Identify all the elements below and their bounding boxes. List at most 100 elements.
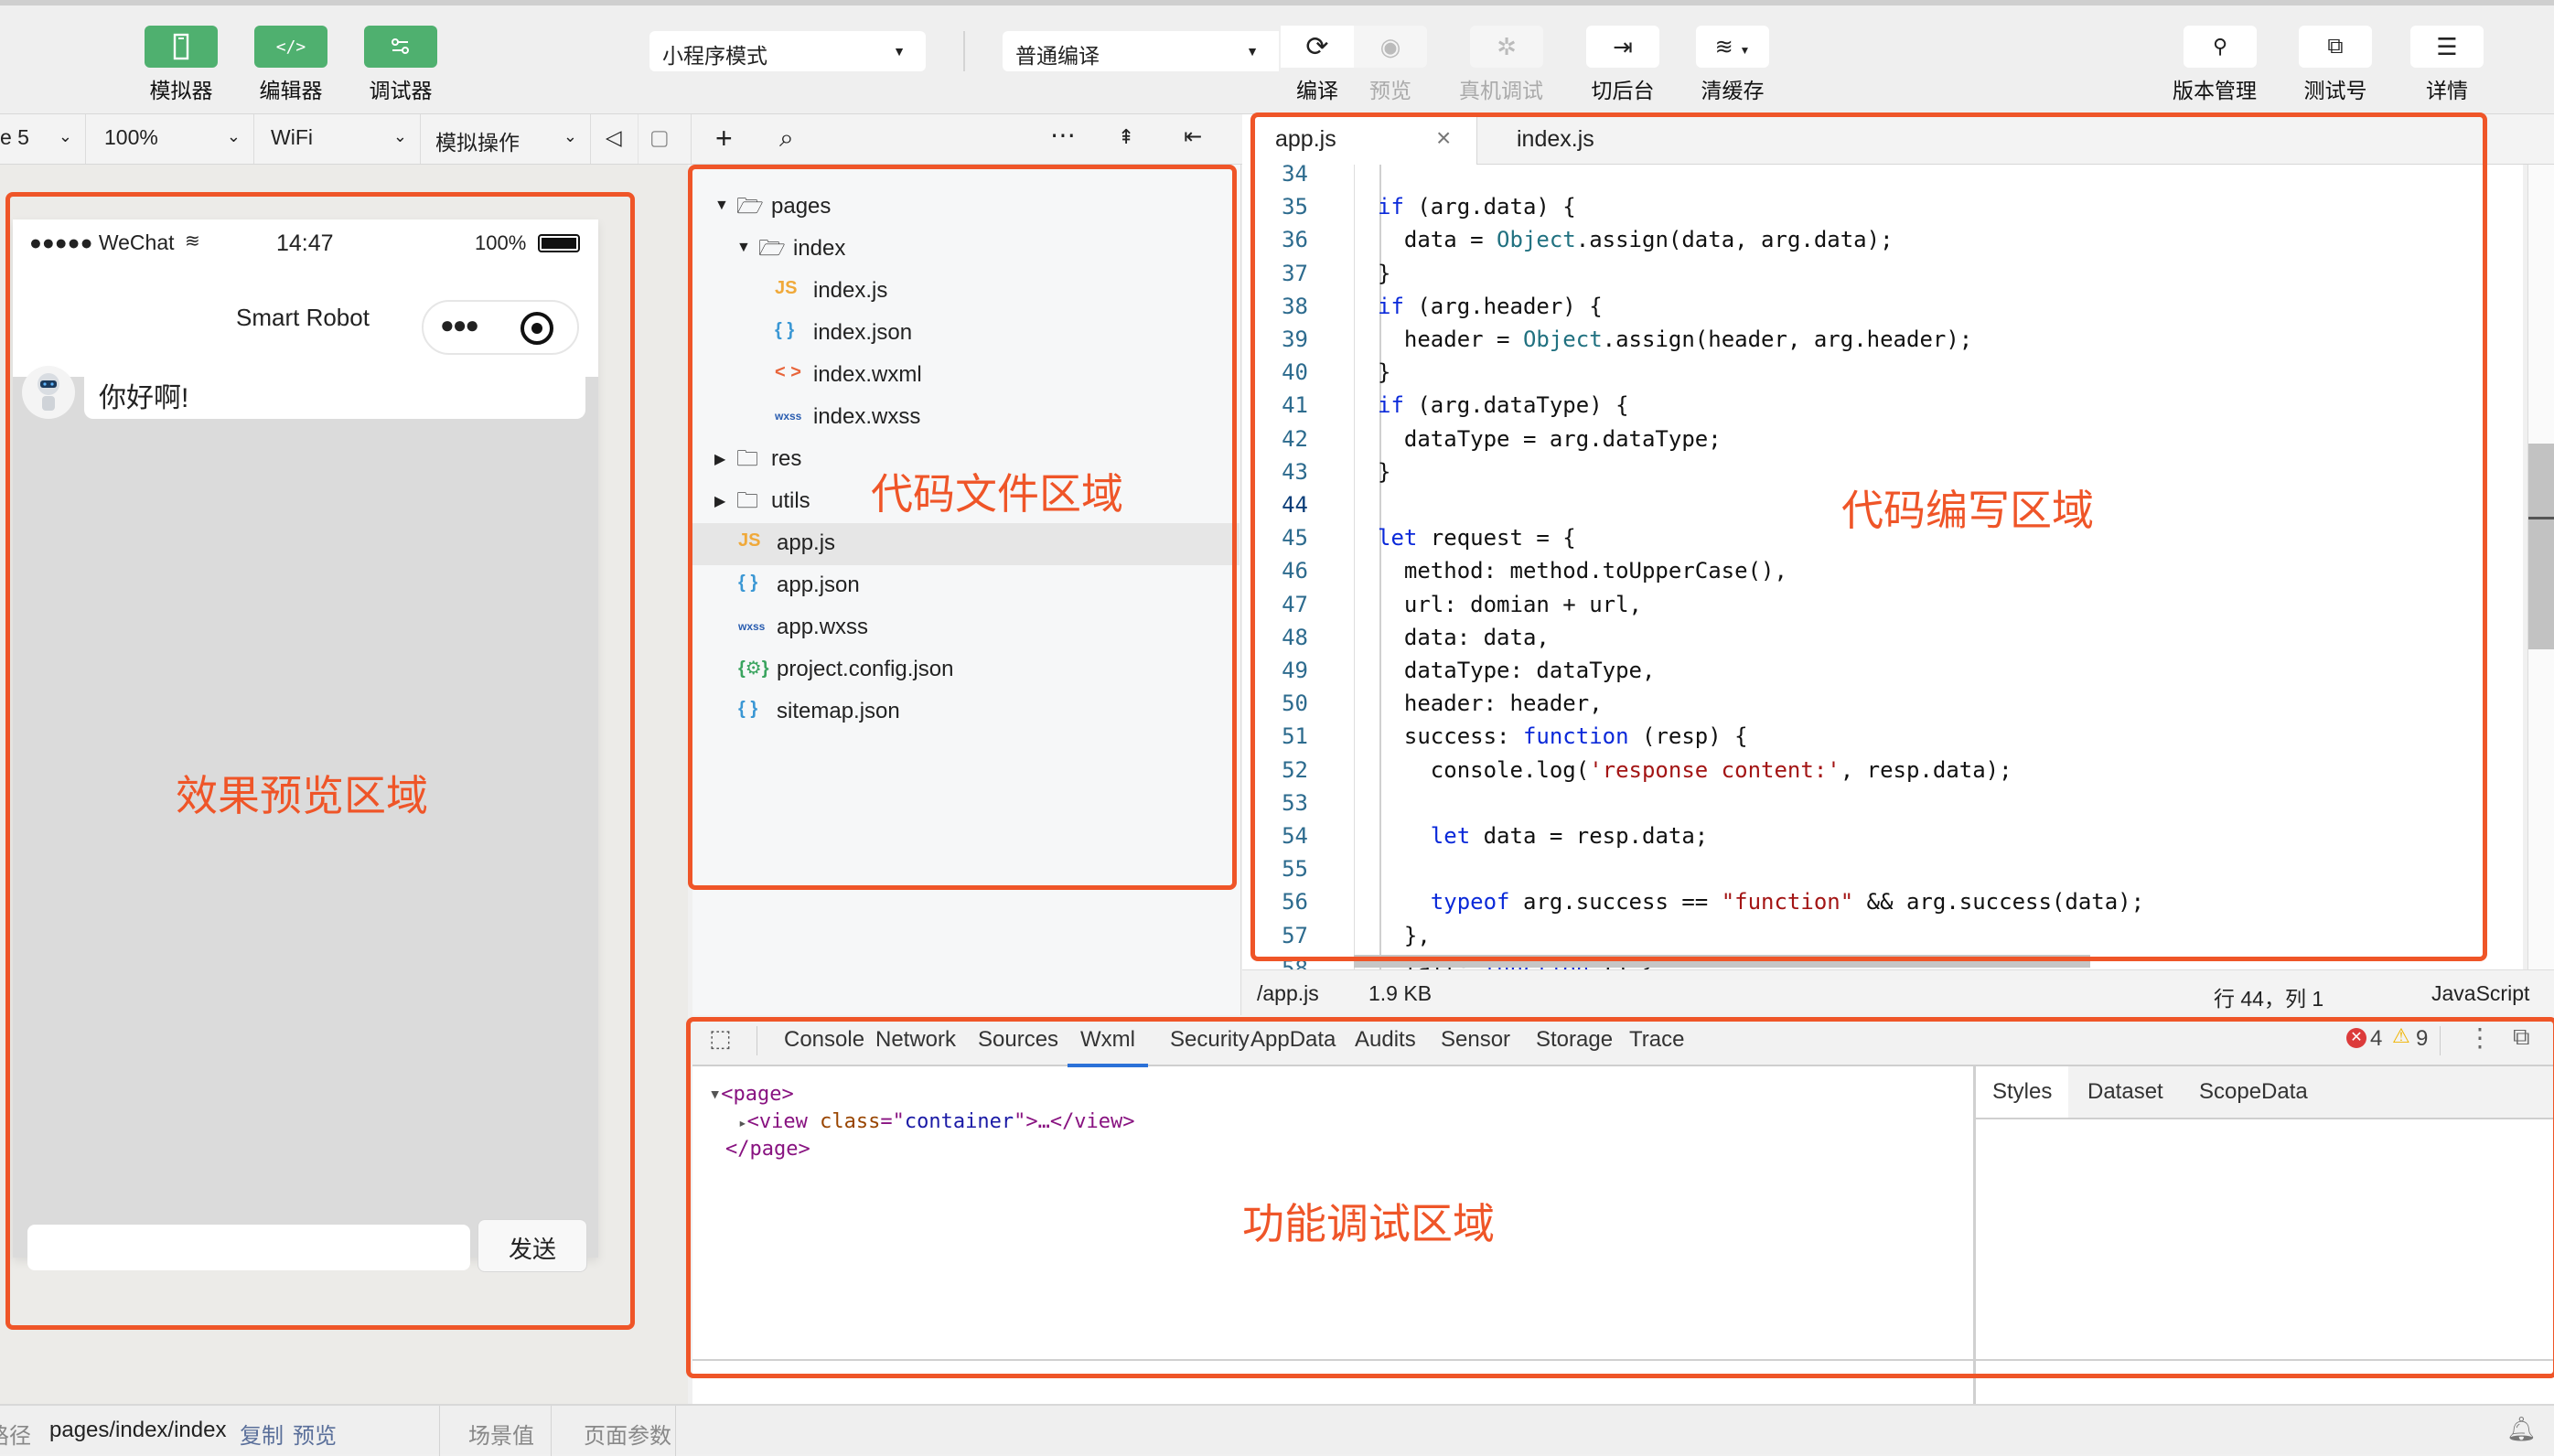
zoom-value: 100% (104, 125, 158, 149)
mute-button[interactable]: ◁ (591, 114, 638, 164)
compile-mode-select[interactable]: 普通编译 ▼ (1003, 31, 1279, 71)
tab-network[interactable]: Network (875, 1027, 956, 1053)
tab-scopedata[interactable]: ScopeData (2183, 1066, 2324, 1118)
simulate-operation-select[interactable]: 模拟操作 ⌄ (421, 114, 591, 164)
tab-styles[interactable]: Styles (1976, 1066, 2069, 1118)
notification-bell-icon[interactable]: 🔔︎ (2506, 1415, 2537, 1443)
tab-sensor[interactable]: Sensor (1441, 1027, 1510, 1053)
divider (551, 1406, 552, 1456)
horizontal-scrollbar[interactable] (1354, 955, 2090, 968)
debugger-toggle-button[interactable]: 调试器 (364, 26, 437, 104)
detach-simulator-button[interactable]: ▢ (638, 114, 692, 164)
file-tree-item[interactable]: { } app.json (692, 565, 1239, 607)
device-select[interactable]: e 5 ⌄ (0, 114, 86, 164)
tab-app-js[interactable]: app.js × (1242, 114, 1476, 165)
compile-mode-value: 普通编译 (1015, 44, 1100, 68)
code-line: if (arg.dataType) { (1378, 392, 1629, 419)
close-tab-icon[interactable]: × (1436, 123, 1451, 153)
code-line: } (1378, 359, 1391, 386)
search-icon: ⌕ (779, 123, 794, 152)
file-tree-item[interactable]: wxss index.wxss (692, 397, 1239, 439)
zoom-select[interactable]: 100% ⌄ (86, 114, 254, 164)
file-tree-item[interactable]: < > index.wxml (692, 355, 1239, 397)
code-line: let data = resp.data; (1430, 823, 1709, 849)
page-params-button[interactable]: 页面参数 (584, 1418, 671, 1450)
file-tree-item[interactable]: JS app.js (692, 523, 1239, 565)
js-file-icon: JS (775, 278, 798, 298)
more-options-button[interactable]: ⋯ (1050, 120, 1076, 150)
phone-time: 14:47 (276, 230, 334, 256)
version-control-button[interactable]: ⚲ 版本管理 (2173, 26, 2258, 104)
undock-icon[interactable]: ⧉ (2513, 1022, 2530, 1052)
send-button[interactable]: 发送 (478, 1219, 587, 1272)
line-number: 53 (1282, 789, 1308, 816)
caret-down-icon[interactable]: ▼ (714, 198, 729, 214)
caret-right-icon[interactable]: ▶ (714, 492, 725, 510)
close-miniprogram-button[interactable] (520, 312, 553, 345)
mode-select[interactable]: 小程序模式 ▼ (649, 31, 926, 71)
network-select[interactable]: WiFi ⌄ (254, 114, 421, 164)
remote-debug-button[interactable]: ✲ 真机调试 (1459, 26, 1543, 104)
inspect-element-icon[interactable]: ⬚ (709, 1024, 732, 1053)
tab-sources[interactable]: Sources (978, 1027, 1058, 1053)
tab-audits[interactable]: Audits (1355, 1027, 1416, 1053)
line-number: 51 (1282, 723, 1308, 750)
file-tree-item[interactable]: JS index.js (692, 271, 1239, 313)
file-name: app.json (777, 573, 860, 597)
file-tree-item[interactable]: { } index.json (692, 313, 1239, 355)
language-mode[interactable]: JavaScript (2431, 981, 2529, 1006)
more-menu-button[interactable]: ●●● (440, 311, 479, 339)
preview-path-link[interactable]: 预览 (293, 1418, 337, 1450)
tab-storage[interactable]: Storage (1536, 1027, 1613, 1053)
remote-debug-label: 真机调试 (1459, 79, 1543, 102)
warning-icon: ⚠ (2392, 1024, 2410, 1047)
caret-down-icon[interactable]: ▼ (736, 240, 751, 256)
tab-console[interactable]: Console (784, 1027, 864, 1053)
hide-tree-button[interactable]: ⇤ (1184, 123, 1202, 150)
wxss-file-icon: wxss (775, 410, 802, 423)
code-icon: </> (275, 37, 306, 57)
tab-security[interactable]: Security (1170, 1027, 1250, 1053)
file-name: app.js (777, 530, 836, 555)
file-tree-item[interactable]: ▼ 🗁 pages (692, 187, 1239, 229)
scrollbar-thumb[interactable] (2528, 444, 2554, 649)
search-files-button[interactable]: ⌕ (779, 123, 794, 154)
editor-toggle-button[interactable]: </> 编辑器 (254, 26, 327, 104)
debug-area-label: 功能调试区域 (1242, 1200, 1495, 1247)
more-vert-icon[interactable]: ⋮ (2467, 1022, 2493, 1053)
tab-divider (1476, 114, 1477, 165)
preview-button[interactable]: ◉ 预览 (1354, 26, 1427, 104)
collapse-tree-button[interactable]: ⇞ (1118, 125, 1134, 149)
cursor-position[interactable]: 行 44，列 1 (2214, 981, 2323, 1012)
compile-button[interactable]: ⟳ 编译 (1281, 26, 1354, 104)
wxml-node-page-open[interactable]: ▾<page> (709, 1083, 794, 1106)
switch-background-button[interactable]: ⇥ 切后台 (1586, 26, 1659, 104)
file-tree-item[interactable]: ▼ 🗁 index (692, 229, 1239, 271)
code-editor[interactable]: 34 35 if (arg.data) {36 data = Object.assi… (1242, 165, 2523, 969)
tab-appdata[interactable]: AppData (1250, 1027, 1336, 1053)
simulator-toggle-button[interactable]: 模拟器 (145, 26, 218, 104)
window-icon: ▢ (649, 125, 670, 149)
code-line: url: domian + url, (1378, 591, 1642, 617)
copy-path-link[interactable]: 复制 (240, 1418, 284, 1450)
tab-trace[interactable]: Trace (1629, 1027, 1684, 1053)
vertical-scrollbar[interactable] (2527, 165, 2554, 969)
warning-count[interactable]: 9 (2416, 1026, 2428, 1052)
chat-input[interactable] (27, 1225, 470, 1270)
clear-cache-button[interactable]: ≋ ▼ 清缓存 (1696, 26, 1769, 104)
tab-wxml[interactable]: Wxml (1068, 1027, 1148, 1067)
editor-label: 编辑器 (259, 79, 323, 102)
details-button[interactable]: ☰ 详情 (2409, 26, 2484, 104)
test-account-button[interactable]: ⧉ 测试号 (2298, 26, 2373, 104)
tab-index-js[interactable]: index.js (1517, 114, 1700, 165)
caret-right-icon[interactable]: ▶ (714, 450, 725, 468)
file-tree-item[interactable]: { } sitemap.json (692, 691, 1239, 733)
add-file-button[interactable]: + (715, 122, 733, 155)
scene-value-button[interactable]: 场景值 (468, 1418, 534, 1450)
phone-nav-bar: Smart Robot ●●● (13, 265, 598, 377)
file-tree-item[interactable]: wxss app.wxss (692, 607, 1239, 649)
error-count[interactable]: 4 (2370, 1026, 2382, 1052)
wxml-node-view[interactable]: ▸<view class="container">…</view> (738, 1110, 1135, 1133)
file-tree-item[interactable]: {⚙} project.config.json (692, 649, 1239, 691)
tab-dataset[interactable]: Dataset (2071, 1066, 2180, 1118)
